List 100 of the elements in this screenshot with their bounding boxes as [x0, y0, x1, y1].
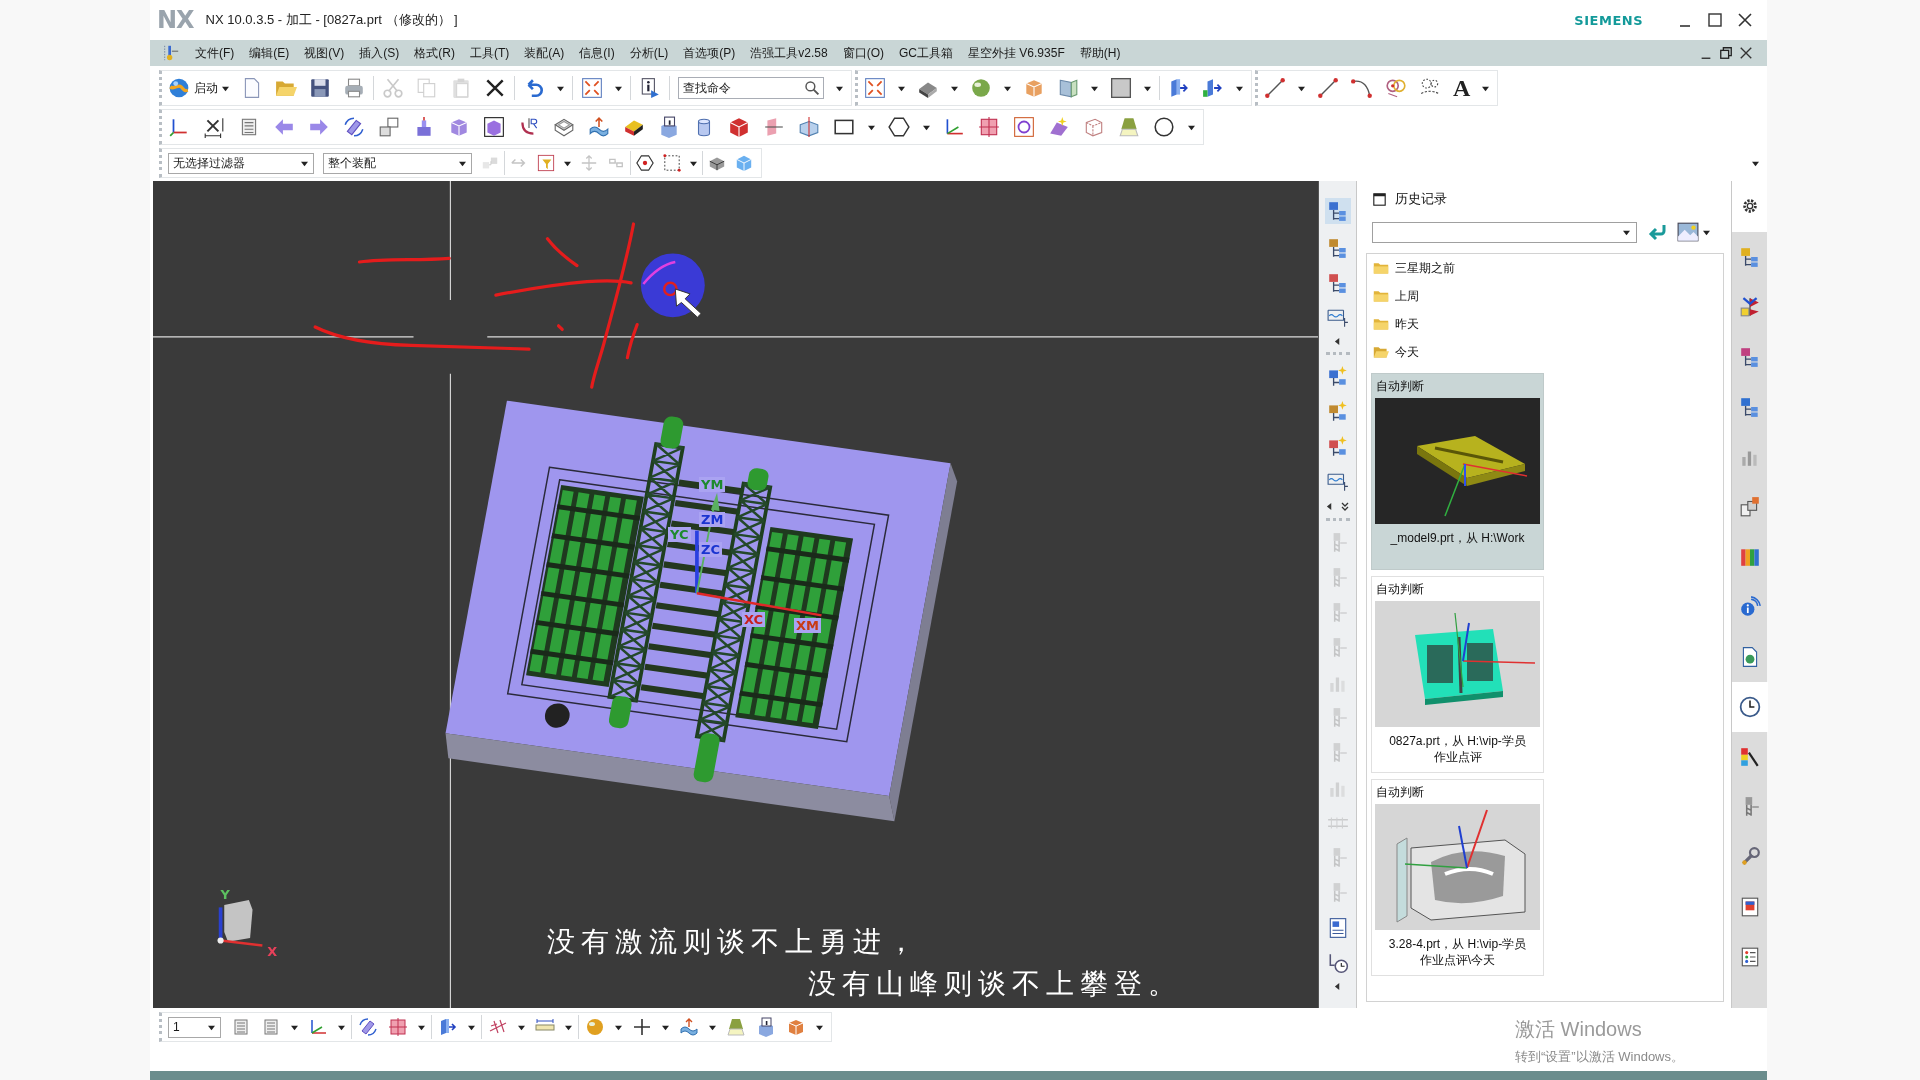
return-arrow-icon[interactable] [1647, 222, 1667, 242]
caret-icon[interactable] [418, 1023, 425, 1031]
tree-sparkle-icon[interactable] [1326, 400, 1349, 423]
caret-icon[interactable] [518, 1023, 525, 1031]
caret-icon[interactable] [690, 159, 697, 167]
menu-item[interactable]: 插入(S) [359, 44, 400, 62]
caret-left-icon[interactable] [1326, 503, 1333, 510]
plus-icon[interactable] [632, 1017, 652, 1037]
history-entry[interactable]: 自动判断 0827a.prt，从 H:\vip-学员 作业点评 [1371, 576, 1544, 773]
circle-square-icon[interactable] [1013, 116, 1035, 138]
folder-item[interactable]: 上周 [1371, 282, 1723, 310]
line-icon[interactable] [1264, 77, 1286, 99]
history-entry[interactable]: 自动判断 _model9.prt，从 H:\Work [1371, 373, 1544, 570]
landscape-image-icon[interactable] [1677, 221, 1699, 243]
caret-icon[interactable] [564, 159, 571, 167]
caret-icon[interactable] [291, 1023, 298, 1031]
maximize-icon[interactable] [1707, 12, 1723, 28]
folder-item[interactable]: 三星期之前 [1371, 254, 1723, 282]
menu-item[interactable]: 星空外挂 V6.935F [968, 44, 1065, 62]
tree-icon[interactable] [1326, 236, 1349, 259]
menu-item[interactable]: 首选项(P) [683, 44, 736, 62]
surface-icon[interactable] [588, 116, 610, 138]
caret-left-icon[interactable] [1334, 338, 1341, 345]
caret-icon[interactable] [816, 1023, 823, 1031]
caret-icon[interactable] [338, 1023, 345, 1031]
caret-icon[interactable] [1703, 228, 1710, 236]
caret-icon[interactable] [565, 1023, 572, 1031]
caret-icon[interactable] [1752, 159, 1759, 167]
caret-icon[interactable] [468, 1023, 475, 1031]
menu-item[interactable]: 编辑(E) [249, 44, 290, 62]
tree-icon[interactable] [1326, 271, 1349, 294]
filter-icon[interactable] [537, 154, 555, 172]
clock-icon[interactable] [1731, 682, 1768, 732]
x-mark-icon[interactable] [484, 77, 506, 99]
arc-icon[interactable] [1351, 77, 1373, 99]
info-cube-icon[interactable] [658, 116, 680, 138]
surface-icon[interactable] [679, 1017, 699, 1037]
coordinate-axes-icon[interactable] [308, 1017, 328, 1037]
block-arrow-icon[interactable] [438, 1017, 458, 1037]
settings-icon[interactable] [1740, 197, 1759, 215]
rotate-icon[interactable] [343, 116, 365, 138]
plane-icon[interactable] [763, 116, 785, 138]
menu-item[interactable]: GC工具箱 [899, 44, 953, 62]
info-cube-icon[interactable] [756, 1017, 776, 1037]
caret-icon[interactable] [1091, 84, 1098, 92]
dashed-rectangle-icon[interactable] [663, 154, 681, 172]
wcs-axes-icon[interactable] [168, 116, 190, 138]
history-filter-dropdown[interactable] [1372, 221, 1637, 243]
block-arrow-icon[interactable] [1202, 77, 1224, 99]
cube-icon[interactable] [728, 116, 750, 138]
caret-icon[interactable] [615, 84, 622, 92]
rings-icon[interactable] [1385, 77, 1407, 99]
caret-icon[interactable] [1298, 84, 1305, 92]
line-icon[interactable] [1317, 77, 1339, 99]
fit-view-icon[interactable] [864, 77, 886, 99]
printer-icon[interactable] [343, 77, 365, 99]
folder-item[interactable]: 昨天 [1371, 310, 1723, 338]
tree-sparkle-icon[interactable] [1326, 435, 1349, 458]
hexagon-icon[interactable] [888, 116, 910, 138]
box-icon[interactable] [786, 1017, 806, 1037]
caret-icon[interactable] [1236, 84, 1243, 92]
menu-item[interactable]: 信息(I) [579, 44, 615, 62]
split-block-icon[interactable] [798, 116, 820, 138]
caret-left-icon[interactable] [1334, 983, 1341, 990]
panels-icon[interactable] [1057, 77, 1079, 99]
menu-item[interactable]: 浩强工具v2.58 [750, 44, 828, 62]
sparkle-block-icon[interactable] [1048, 116, 1070, 138]
shell-icon[interactable] [553, 116, 575, 138]
menu-item[interactable]: 视图(V) [304, 44, 345, 62]
caret-icon[interactable] [923, 123, 930, 131]
caret-icon[interactable] [898, 84, 905, 92]
crosshair-square-icon[interactable] [978, 116, 1000, 138]
box-outline-icon[interactable] [1083, 116, 1105, 138]
history-entry[interactable]: 自动判断 3.28-4.prt，从 H:\vip-学员 作业点评\今天 [1371, 779, 1544, 976]
hexagon-point-icon[interactable] [636, 154, 654, 172]
tree-sparkle-icon[interactable] [1326, 365, 1349, 388]
app-menu-icon[interactable] [162, 44, 180, 62]
squares-icon[interactable] [378, 116, 400, 138]
menu-item[interactable]: 分析(L) [629, 44, 669, 62]
caret-icon[interactable] [1188, 123, 1195, 131]
text-tool-button[interactable]: A [1453, 76, 1471, 100]
dimension-icon[interactable] [203, 116, 225, 138]
menu-item[interactable]: 帮助(H) [1079, 44, 1121, 62]
menu-item[interactable]: 文件(F) [195, 44, 235, 62]
filter-dropdown[interactable]: 无选择过滤器 [168, 152, 314, 174]
caret-icon[interactable] [662, 1023, 669, 1031]
caret-icon[interactable] [836, 84, 843, 92]
menu-item[interactable]: 窗口(O) [842, 44, 884, 62]
caret-icon[interactable] [709, 1023, 716, 1031]
menu-item[interactable]: 工具(T) [470, 44, 510, 62]
tree-icon[interactable] [1324, 197, 1351, 224]
fit-view-icon[interactable] [581, 77, 603, 99]
scope-dropdown[interactable]: 整个装配 [323, 152, 472, 174]
folder-item[interactable]: 今天 [1371, 338, 1723, 366]
start-button[interactable]: 启动 [168, 77, 229, 99]
circle-icon[interactable] [1153, 116, 1175, 138]
close-icon[interactable] [1739, 46, 1753, 60]
caret-icon[interactable] [951, 84, 958, 92]
framed-cube-icon[interactable] [483, 116, 505, 138]
info-icon[interactable] [639, 77, 661, 99]
